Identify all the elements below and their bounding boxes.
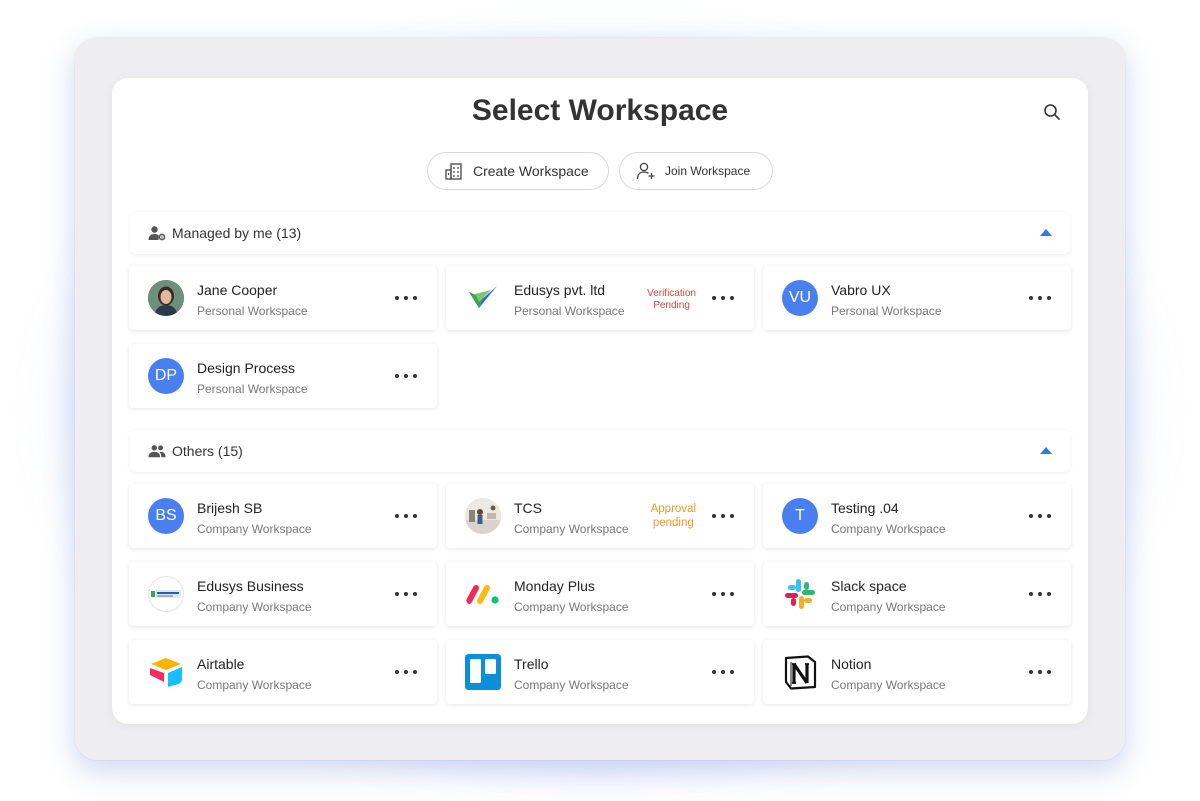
avatar: DP xyxy=(148,358,184,394)
edusys-check-logo xyxy=(465,280,501,316)
section-managed-header[interactable]: Managed by me (13) xyxy=(130,212,1070,254)
workspace-card[interactable]: T Testing .04 Company Workspace xyxy=(763,484,1071,548)
workspace-name: Edusys Business xyxy=(197,578,304,594)
workspace-name: Jane Cooper xyxy=(197,282,278,298)
airtable-logo xyxy=(148,654,184,690)
workspace-card[interactable]: TCS Company Workspace Approval pending xyxy=(446,484,754,548)
collapse-caret-icon[interactable] xyxy=(1040,447,1052,454)
search-button[interactable] xyxy=(1040,100,1064,124)
collapse-caret-icon[interactable] xyxy=(1040,229,1052,236)
workspace-card[interactable]: Airtable Company Workspace xyxy=(129,640,437,704)
workspace-type: Company Workspace xyxy=(831,678,946,692)
workspace-name: Slack space xyxy=(831,578,907,594)
workspace-type: Company Workspace xyxy=(197,678,312,692)
workspace-name: Design Process xyxy=(197,360,296,376)
create-workspace-label: Create Workspace xyxy=(473,163,589,179)
more-options-button[interactable] xyxy=(712,664,734,680)
workspace-name: Brijesh SB xyxy=(197,500,263,516)
monday-logo xyxy=(465,576,501,612)
slack-logo xyxy=(782,576,818,612)
more-options-button[interactable] xyxy=(1029,508,1051,524)
workspace-card[interactable]: VU Vabro UX Personal Workspace xyxy=(763,266,1071,330)
section-others-label: Others (15) xyxy=(172,443,243,459)
status-line: Approval xyxy=(650,503,696,515)
workspace-card[interactable]: BS Brijesh SB Company Workspace xyxy=(129,484,437,548)
join-workspace-button[interactable]: Join Workspace xyxy=(619,152,773,190)
status-line: Pending xyxy=(653,300,690,311)
approval-status: Approval pending xyxy=(651,502,696,530)
workspace-type: Company Workspace xyxy=(831,600,946,614)
create-workspace-button[interactable]: Create Workspace xyxy=(427,152,609,190)
workspace-card[interactable]: Jane Cooper Personal Workspace xyxy=(129,266,437,330)
user-settings-icon xyxy=(148,224,166,242)
workspace-name: Notion xyxy=(831,656,872,672)
workspace-type: Company Workspace xyxy=(514,600,629,614)
workspace-type: Company Workspace xyxy=(197,600,312,614)
workspace-type: Personal Workspace xyxy=(514,304,625,318)
workspace-type: Company Workspace xyxy=(514,678,629,692)
workspace-card[interactable]: DP Design Process Personal Workspace xyxy=(129,344,437,408)
workspace-card[interactable]: Monday Plus Company Workspace xyxy=(446,562,754,626)
workspace-type: Company Workspace xyxy=(514,522,629,536)
join-workspace-label: Join Workspace xyxy=(665,164,751,178)
building-icon xyxy=(445,163,462,180)
status-line: Verification xyxy=(647,288,696,299)
more-options-button[interactable] xyxy=(712,290,734,306)
notion-logo xyxy=(782,654,818,690)
workspace-card[interactable]: Trello Company Workspace xyxy=(446,640,754,704)
status-line: pending xyxy=(652,517,694,529)
workspace-name: TCS xyxy=(514,500,542,516)
workspace-type: Company Workspace xyxy=(831,522,946,536)
workspace-name: Testing .04 xyxy=(831,500,899,516)
office-photo-avatar xyxy=(465,498,501,534)
trello-logo xyxy=(465,654,501,690)
add-user-icon xyxy=(636,162,655,180)
verification-status: Verification Pending xyxy=(647,288,696,312)
more-options-button[interactable] xyxy=(395,368,417,384)
more-options-button[interactable] xyxy=(395,586,417,602)
page-title: Select Workspace xyxy=(471,94,729,127)
more-options-button[interactable] xyxy=(395,290,417,306)
workspace-name: Trello xyxy=(514,656,549,672)
search-icon xyxy=(1044,104,1060,120)
workspace-type: Personal Workspace xyxy=(197,382,308,396)
avatar xyxy=(148,280,184,316)
workspace-card[interactable]: Slack space Company Workspace xyxy=(763,562,1071,626)
avatar: T xyxy=(782,498,818,534)
workspace-name: Monday Plus xyxy=(514,578,595,594)
more-options-button[interactable] xyxy=(1029,290,1051,306)
edusys-business-logo xyxy=(148,576,184,612)
workspace-name: Vabro UX xyxy=(831,282,891,298)
section-others-header[interactable]: Others (15) xyxy=(130,430,1070,472)
more-options-button[interactable] xyxy=(1029,664,1051,680)
more-options-button[interactable] xyxy=(1029,586,1051,602)
workspace-type: Personal Workspace xyxy=(197,304,308,318)
more-options-button[interactable] xyxy=(712,586,734,602)
more-options-button[interactable] xyxy=(395,508,417,524)
more-options-button[interactable] xyxy=(395,664,417,680)
workspace-name: Edusys pvt. ltd xyxy=(514,282,606,298)
section-managed-label: Managed by me (13) xyxy=(172,225,302,241)
workspace-type: Company Workspace xyxy=(197,522,312,536)
workspace-type: Personal Workspace xyxy=(831,304,942,318)
avatar: VU xyxy=(782,280,818,316)
workspace-name: Airtable xyxy=(197,656,245,672)
workspace-card[interactable]: Notion Company Workspace xyxy=(763,640,1071,704)
more-options-button[interactable] xyxy=(712,508,734,524)
group-icon xyxy=(148,442,166,460)
workspace-card[interactable]: Edusys pvt. ltd Personal Workspace Verif… xyxy=(446,266,754,330)
avatar: BS xyxy=(148,498,184,534)
workspace-card[interactable]: Edusys Business Company Workspace xyxy=(129,562,437,626)
